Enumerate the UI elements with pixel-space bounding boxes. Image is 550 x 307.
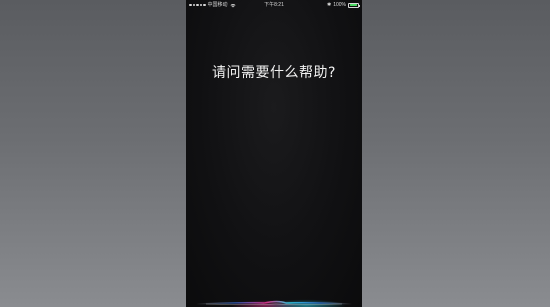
siri-wave-icon xyxy=(195,292,353,307)
siri-prompt: 请问需要什么帮助? xyxy=(212,65,336,81)
status-bar: 中国移动 下午8:21 ✱ 100% xyxy=(186,0,362,10)
battery-tip xyxy=(359,4,360,7)
bluetooth-icon: ✱ xyxy=(327,2,332,8)
siri-waveform[interactable] xyxy=(186,277,362,307)
battery-icon xyxy=(348,2,360,8)
status-right: ✱ 100% xyxy=(327,0,360,10)
battery-percent: 100% xyxy=(333,2,346,8)
battery-fill xyxy=(349,4,358,6)
phone-screen: 中国移动 下午8:21 ✱ 100% 请问需要什么帮助? xyxy=(186,0,362,307)
